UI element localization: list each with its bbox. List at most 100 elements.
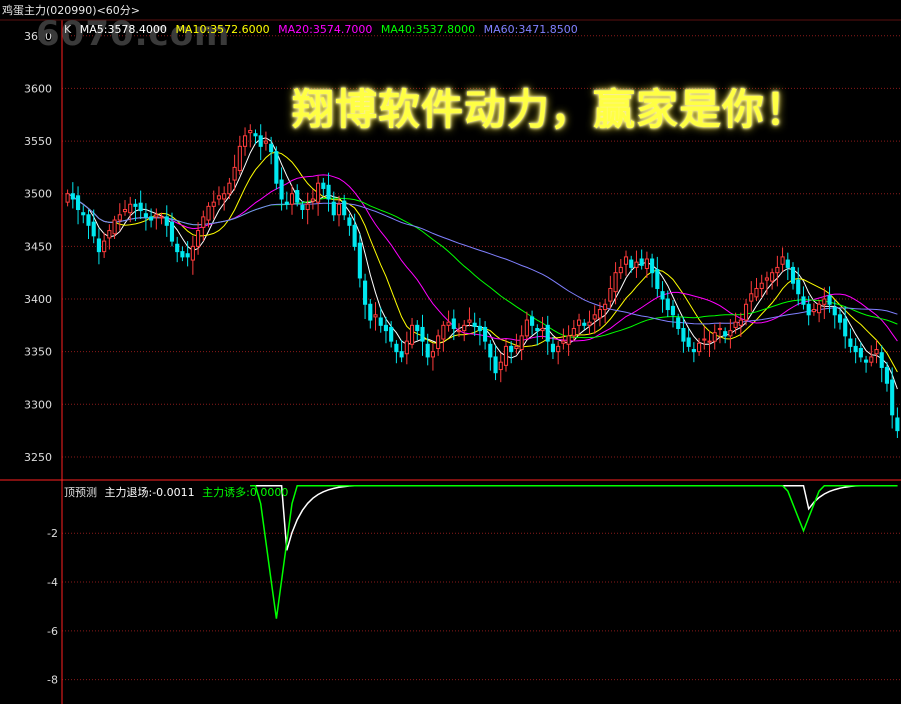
candle-body bbox=[133, 203, 138, 207]
candle-body bbox=[122, 209, 128, 213]
candle-body bbox=[399, 351, 404, 358]
candle-body bbox=[107, 230, 112, 239]
candle-body bbox=[535, 327, 540, 332]
candle-body bbox=[357, 242, 362, 279]
candle-body bbox=[660, 291, 665, 300]
main-y-tick-label: 3250 bbox=[24, 451, 52, 464]
candle-body bbox=[378, 317, 383, 326]
main-y-tick-label: 3400 bbox=[24, 293, 52, 306]
candle-body bbox=[785, 259, 790, 268]
candle-body bbox=[618, 266, 623, 274]
candle-body bbox=[561, 340, 566, 344]
candle-body bbox=[336, 203, 342, 216]
candle-body bbox=[707, 340, 712, 343]
indicator-y-tick-label: -6 bbox=[47, 625, 58, 638]
candle-body bbox=[96, 238, 101, 253]
candle-body bbox=[759, 282, 764, 289]
slogan-banner: 翔博软件动力，赢家是你！ bbox=[292, 85, 809, 134]
main-y-tick-label: 3550 bbox=[24, 135, 52, 148]
candle-body bbox=[258, 135, 263, 147]
candle-body bbox=[253, 133, 258, 137]
candle-body bbox=[644, 258, 649, 269]
candle-body bbox=[342, 200, 347, 216]
candle-body bbox=[770, 272, 775, 282]
candle-body bbox=[702, 338, 707, 341]
candle-body bbox=[211, 201, 216, 207]
candle-body bbox=[837, 314, 843, 323]
candle-body bbox=[790, 266, 796, 284]
candle-body bbox=[556, 345, 561, 353]
candle-body bbox=[368, 303, 373, 321]
candle-body bbox=[832, 306, 837, 316]
candle-body bbox=[321, 182, 326, 189]
candle-body bbox=[477, 325, 482, 332]
candle-body bbox=[550, 343, 556, 353]
candle-body bbox=[289, 193, 295, 205]
candle-body bbox=[796, 279, 801, 295]
candle-body bbox=[394, 343, 399, 353]
candle-body bbox=[237, 145, 242, 172]
candle-body bbox=[128, 203, 133, 214]
candle-body bbox=[874, 349, 879, 355]
candle-body bbox=[420, 326, 425, 342]
candle-body bbox=[827, 295, 832, 305]
candle-body bbox=[712, 332, 717, 342]
candle-body bbox=[154, 214, 159, 218]
candle-body bbox=[691, 349, 696, 353]
main-y-tick-label: 3600 bbox=[24, 82, 52, 95]
candle-body bbox=[409, 324, 415, 345]
main-y-tick-label: 3500 bbox=[24, 188, 52, 201]
candle-body bbox=[503, 345, 509, 366]
candle-body bbox=[754, 287, 759, 298]
candle-body bbox=[326, 184, 331, 200]
candle-body bbox=[498, 361, 503, 371]
candle-body bbox=[227, 182, 232, 195]
indicator-y-tick-label: -2 bbox=[47, 527, 58, 540]
candle-body bbox=[775, 266, 780, 274]
candle-body bbox=[462, 324, 467, 332]
indicator-line-1 bbox=[250, 484, 898, 619]
candle-body bbox=[597, 309, 602, 319]
candle-body bbox=[216, 195, 222, 200]
candle-body bbox=[164, 216, 169, 226]
candle-body bbox=[383, 324, 389, 332]
candle-body bbox=[843, 318, 848, 337]
candle-body bbox=[733, 321, 738, 328]
candle-body bbox=[274, 151, 279, 184]
candle-body bbox=[347, 217, 352, 226]
candle-body bbox=[879, 352, 884, 368]
candle-body bbox=[436, 335, 441, 349]
legend-ma5: MA5:3578.4000 bbox=[79, 23, 167, 36]
candle-body bbox=[869, 356, 874, 363]
candle-body bbox=[650, 258, 655, 274]
candle-body bbox=[263, 140, 268, 144]
indicator-name: 顶预测 bbox=[64, 486, 97, 499]
candle-body bbox=[853, 345, 858, 353]
candle-body bbox=[603, 303, 608, 311]
candle-body bbox=[681, 327, 686, 342]
candle-body bbox=[519, 335, 524, 351]
candle-body bbox=[242, 135, 248, 147]
candle-body bbox=[415, 324, 420, 332]
candle-body bbox=[284, 201, 289, 205]
candle-body bbox=[884, 366, 890, 384]
candle-body bbox=[634, 261, 639, 268]
indicator-legend: 顶预测 主力退场:-0.0011 主力诱多:0.0000 bbox=[64, 484, 292, 500]
chart-title: 鸡蛋主力(020990)<60分> bbox=[2, 4, 141, 17]
candle-body bbox=[102, 240, 107, 253]
candle-body bbox=[373, 314, 378, 318]
candle-body bbox=[91, 221, 96, 237]
candle-body bbox=[196, 230, 201, 247]
candle-body bbox=[509, 345, 514, 353]
candle-body bbox=[185, 253, 190, 258]
candle-body bbox=[587, 321, 592, 326]
candle-body bbox=[472, 322, 477, 327]
ma-line-10 bbox=[67, 151, 898, 373]
main-y-tick-label: 3450 bbox=[24, 240, 52, 253]
candle-body bbox=[576, 319, 582, 326]
ma-line-40 bbox=[67, 193, 898, 339]
candle-body bbox=[623, 256, 629, 265]
candle-body bbox=[524, 319, 529, 337]
main-y-tick-label: 3350 bbox=[24, 346, 52, 359]
indicator-y-tick-label: -4 bbox=[47, 576, 58, 589]
